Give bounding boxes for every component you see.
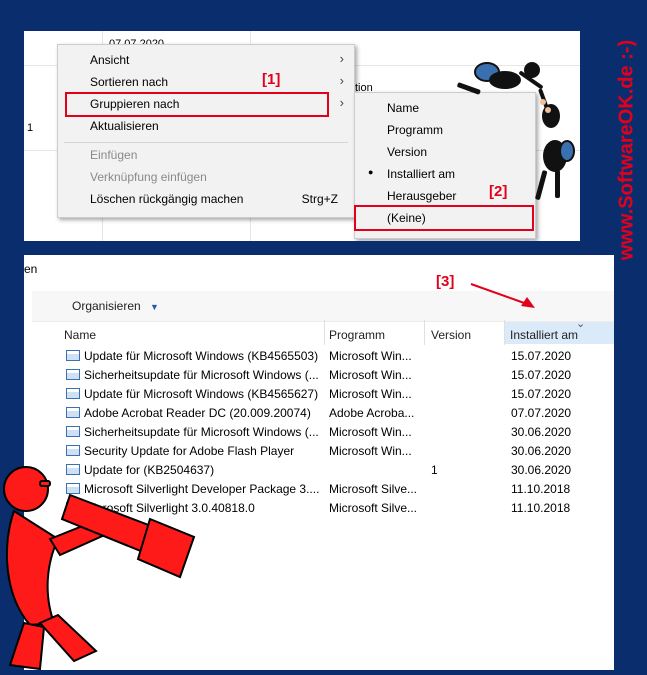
context-menu: Ansicht › Sortieren nach › Gruppieren na… [57,44,355,218]
organize-button[interactable]: Organisieren ▼ [72,299,159,313]
row-name: Sicherheitsupdate für Microsoft Windows … [84,425,319,439]
update-package-icon [66,388,80,399]
column-header-version[interactable]: Version [431,328,471,342]
column-header-name[interactable]: Name [64,328,96,342]
column-divider[interactable] [324,320,325,345]
table-row[interactable]: Sicherheitsupdate für Microsoft Windows … [64,365,604,384]
menu-item-refresh[interactable]: Aktualisieren [58,115,354,137]
menu-item-label: Einfügen [90,148,138,162]
sort-arrow-icon: ⌄ [576,318,586,330]
update-package-icon [66,369,80,380]
menu-item-label: Ansicht [90,53,130,67]
table-row[interactable]: Adobe Acrobat Reader DC (20.009.20074) A… [64,403,604,422]
truncated-text: en [24,262,38,276]
menu-item-label: Installiert am [387,167,456,181]
row-name: Update für Microsoft Windows (KB4565627) [84,387,319,401]
menu-item-label: Version [387,145,428,159]
row-installed-date: 15.07.2020 [511,368,572,382]
row-name: Adobe Acrobat Reader DC (20.009.20074) [84,406,311,420]
row-installed-date: 15.07.2020 [511,387,572,401]
column-divider[interactable] [504,320,505,345]
chevron-right-icon: › [339,73,344,88]
row-installed-date: 30.06.2020 [511,425,572,439]
row-program: Microsoft Win... [329,349,412,363]
row-program: Microsoft Silve... [329,482,418,496]
column-divider[interactable] [424,320,425,345]
update-package-icon [66,350,80,361]
highlight-box-1 [65,92,329,117]
menu-item-sort-by[interactable]: Sortieren nach › [58,71,354,93]
table-row[interactable]: Update für Microsoft Windows (KB4565503)… [64,346,604,365]
menu-item-label: Programm [387,123,444,137]
row-program: Microsoft Win... [329,425,412,439]
column-header-installed-on[interactable]: Installiert am [510,328,578,342]
annotation-label-1: [1] [262,71,281,88]
menu-item-view[interactable]: Ansicht › [58,49,354,71]
watermark-text: www.SoftwareOK.de :-) [615,39,638,261]
menu-item-undo-delete[interactable]: Löschen rückgängig machen Strg+Z [58,188,354,210]
row-program: Microsoft Silve... [329,501,418,515]
update-package-icon [66,426,80,437]
row-installed-date: 30.06.2020 [511,463,572,477]
background-row-number: 1 [27,122,34,134]
update-package-icon [66,407,80,418]
row-program: Microsoft Win... [329,368,412,382]
chevron-right-icon: › [339,95,344,110]
row-name: Update für Microsoft Windows (KB4565503) [84,349,319,363]
menu-item-label: Name [387,101,420,115]
row-installed-date: 11.10.2018 [511,501,571,515]
dropdown-arrow-icon: ▼ [150,302,159,312]
menu-item-label: Aktualisieren [90,119,159,133]
menu-separator [64,142,348,143]
screenshot-canvas: { "top_panel": { "bg_date": "07.07.2020"… [0,0,647,675]
row-installed-date: 15.07.2020 [511,349,572,363]
selected-bullet-icon: ● [368,167,374,177]
row-program: Microsoft Win... [329,444,412,458]
table-row[interactable]: Sicherheitsupdate für Microsoft Windows … [64,422,604,441]
row-program: Microsoft Win... [329,387,412,401]
table-row[interactable]: Update für Microsoft Windows (KB4565627)… [64,384,604,403]
menu-item-label: Herausgeber [387,189,457,203]
annotation-arrow-icon [470,283,535,308]
row-installed-date: 30.06.2020 [511,444,572,458]
organize-label: Organisieren [72,299,141,313]
menu-item-paste[interactable]: Einfügen [58,144,354,166]
menu-item-label: Verknüpfung einfügen [90,170,207,184]
chevron-right-icon: › [339,51,344,66]
row-installed-date: 11.10.2018 [511,482,571,496]
row-installed-date: 07.07.2020 [511,406,572,420]
shortcut-text: Strg+Z [301,192,338,206]
menu-item-label: Sortieren nach [90,75,169,89]
menu-item-label: Löschen rückgängig machen [90,192,244,206]
row-version: 1 [431,463,438,477]
menu-item-paste-shortcut[interactable]: Verknüpfung einfügen [58,166,354,188]
column-header-program[interactable]: Programm [329,328,385,342]
row-name: Sicherheitsupdate für Microsoft Windows … [84,368,319,382]
climbing-figures-illustration [457,62,575,200]
annotation-label-3: [3] [436,273,455,290]
row-program: Adobe Acroba... [329,406,415,420]
hammer-mascot-illustration [3,466,196,671]
